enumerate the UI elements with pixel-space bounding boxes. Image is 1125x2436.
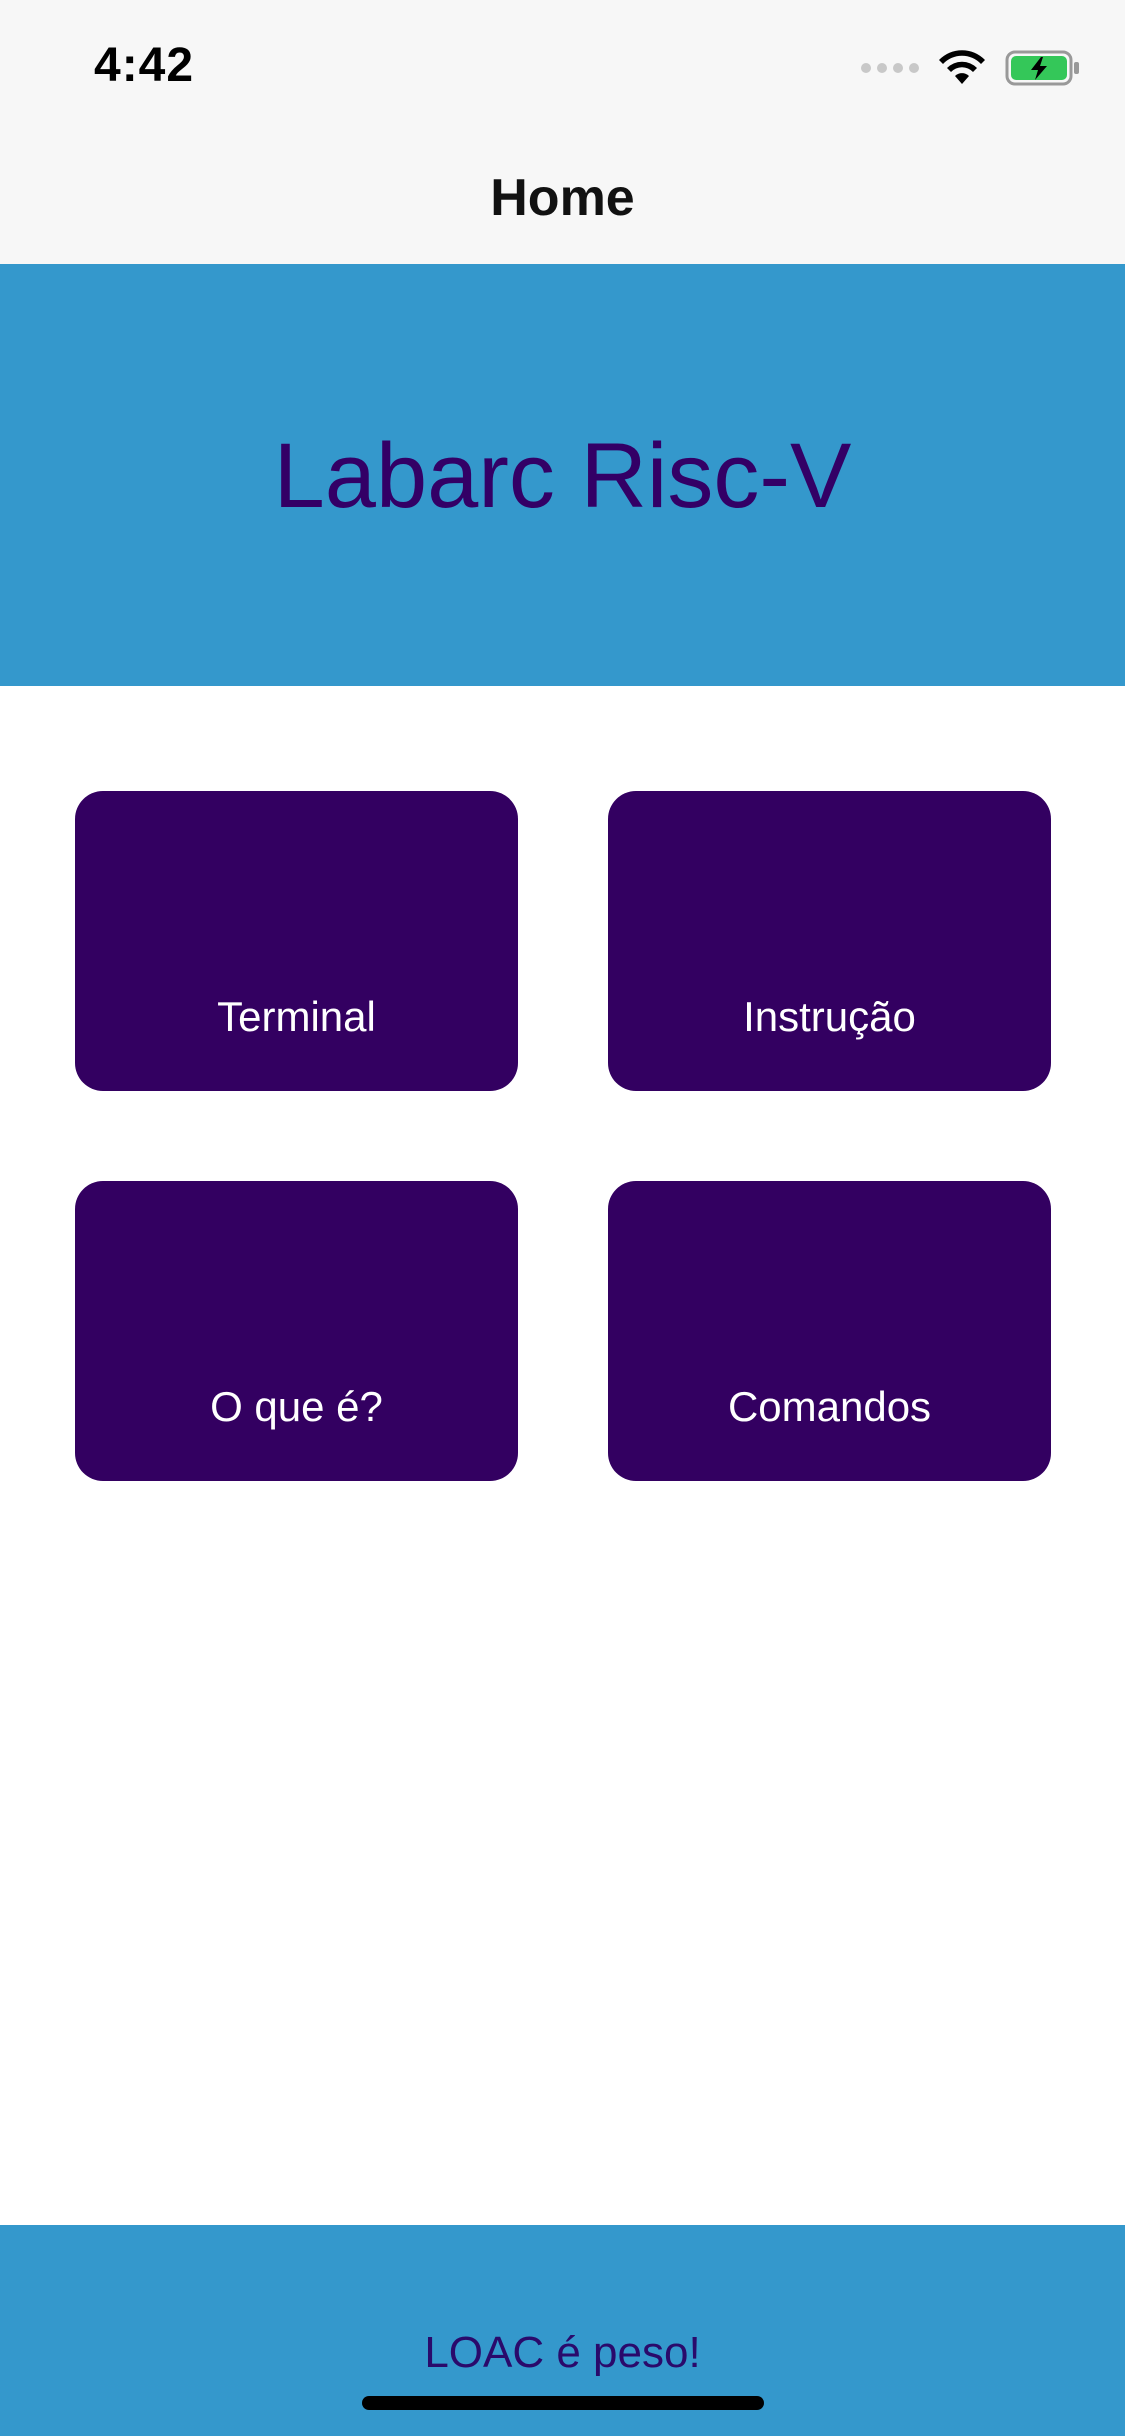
wifi-icon <box>939 50 985 84</box>
o-que-e-button-label: O que é? <box>210 1383 383 1430</box>
comandos-button-label: Comandos <box>727 1383 932 1430</box>
battery-charging-icon <box>1005 50 1079 86</box>
terminal-button[interactable]: Terminal <box>75 791 518 1091</box>
status-bar: 4:42 <box>0 0 1125 132</box>
home-indicator[interactable] <box>362 2396 764 2410</box>
terminal-button-label: Terminal <box>217 993 376 1040</box>
o-que-e-button[interactable]: O que é? <box>75 1181 518 1481</box>
status-time: 4:42 <box>94 39 195 92</box>
instrucao-button[interactable]: Instrução <box>608 791 1051 1091</box>
app-screen: 4:42 Home Labarc Risc-V Terminal Instruç… <box>0 0 1125 2436</box>
hero-banner: Labarc Risc-V <box>0 264 1125 686</box>
navigation-bar: Home <box>0 132 1125 264</box>
signal-dots-icon <box>861 63 919 73</box>
comandos-button[interactable]: Comandos <box>608 1181 1051 1481</box>
hero-title: Labarc Risc-V <box>273 425 852 527</box>
instrucao-button-label: Instrução <box>743 993 916 1040</box>
footer-text: LOAC é peso! <box>424 2328 701 2377</box>
page-title: Home <box>490 169 635 227</box>
status-icons <box>861 44 1081 92</box>
